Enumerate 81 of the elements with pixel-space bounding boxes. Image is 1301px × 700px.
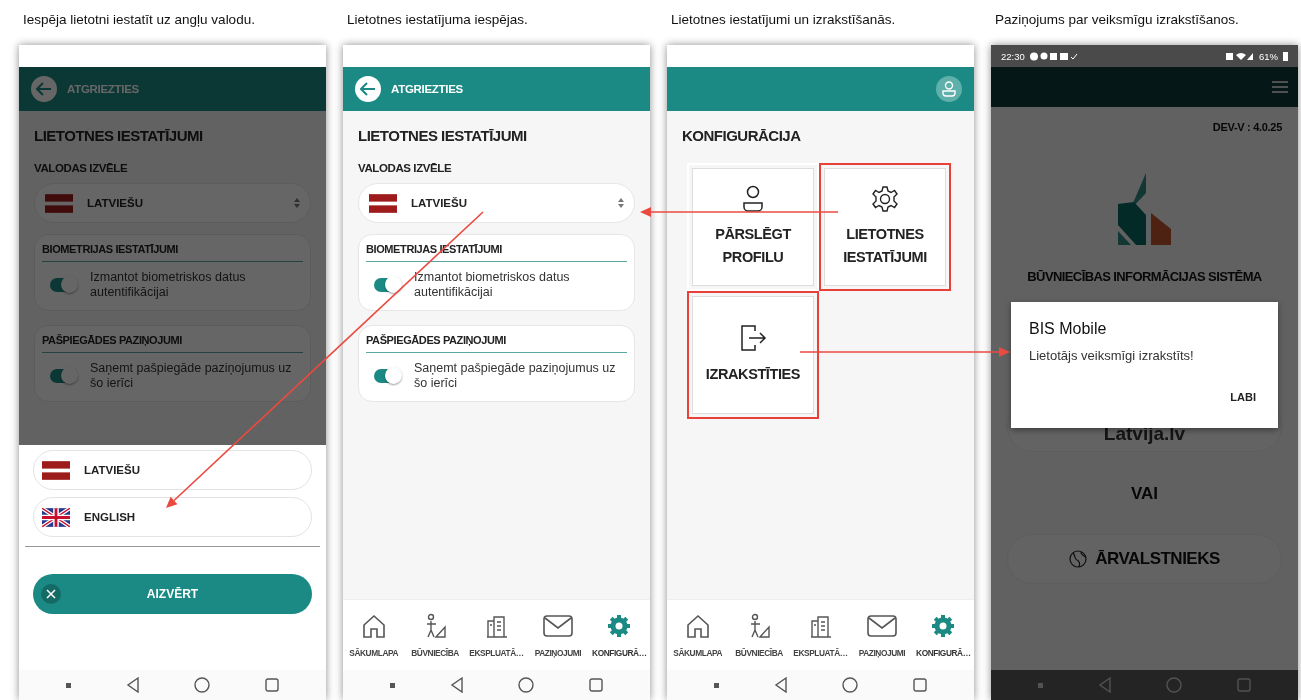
battery-percent: 61% bbox=[1259, 50, 1278, 62]
home-icon[interactable] bbox=[842, 677, 859, 693]
dialog-message: Lietotājs veiksmīgi izrakstīts! bbox=[1029, 348, 1195, 363]
toggle-label: Saņemt pašpiegāde paziņojumus uz šo ierīci bbox=[90, 361, 293, 391]
toggle-switch[interactable] bbox=[50, 369, 76, 383]
home-icon[interactable] bbox=[194, 677, 211, 693]
gear-icon bbox=[930, 612, 957, 639]
sort-icon bbox=[618, 198, 624, 208]
toggle-label: Izmantot biometriskos datus autentifikācijai bbox=[90, 270, 247, 300]
back-icon[interactable] bbox=[449, 677, 464, 693]
page-title: KONFIGURĀCIJA bbox=[682, 127, 802, 144]
back-button[interactable] bbox=[355, 76, 381, 102]
person-icon bbox=[942, 81, 956, 97]
nav-tab[interactable]: KONFIGURĀ… bbox=[588, 600, 650, 670]
version-label: DEV-V : 4.0.25 bbox=[1212, 121, 1282, 133]
card-title: PAŠPIEGĀDES PAZIŅOJUMI bbox=[366, 334, 627, 353]
back-label[interactable]: ATGRIEZTIES bbox=[391, 83, 463, 95]
back-arrow-icon bbox=[36, 82, 52, 96]
language-select[interactable]: LATVIEŠU bbox=[358, 183, 635, 223]
or-label: VAI bbox=[1130, 484, 1159, 504]
close-button[interactable]: AIZVĒRT bbox=[33, 574, 312, 614]
home-icon bbox=[684, 612, 711, 639]
globe-icon bbox=[1069, 550, 1088, 568]
nav-tab[interactable]: KONFIGURĀ… bbox=[912, 600, 974, 670]
toggle-label: Izmantot biometriskos datus autentifikācijai bbox=[414, 270, 571, 300]
nav-tab[interactable]: PAZIŅOJUMI bbox=[527, 600, 589, 670]
person-icon bbox=[741, 184, 765, 213]
nav-tab[interactable]: SĀKUMLAPA bbox=[667, 600, 729, 670]
system-title: BŪVNIECĪBAS INFORMĀCIJAS SISTĒMA bbox=[1027, 269, 1262, 284]
screenshot-caption: Iespēja lietotni iestatīt uz angļu valodu. bbox=[23, 11, 256, 29]
language-option[interactable]: LATVIEŠU bbox=[33, 450, 312, 490]
nav-tab[interactable]: BŪVNIECĪBA bbox=[728, 600, 790, 670]
recent-apps-icon[interactable] bbox=[588, 678, 603, 692]
back-icon[interactable] bbox=[125, 677, 140, 693]
toggle-switch[interactable] bbox=[50, 278, 76, 292]
page-title: LIETOTNES IESTATĪJUMI bbox=[358, 127, 528, 144]
language-option[interactable]: ENGLISH bbox=[33, 497, 312, 537]
back-arrow-icon bbox=[360, 82, 376, 96]
uk-flag-icon bbox=[42, 507, 70, 527]
clock-text: 22:30 bbox=[1001, 50, 1025, 62]
card-title: BIOMETRIJAS IESTATĪJUMI bbox=[42, 243, 303, 262]
toggle-switch[interactable] bbox=[374, 278, 400, 292]
gear-icon bbox=[871, 184, 899, 213]
nav-tab[interactable]: BŪVNIECĪBA bbox=[404, 600, 466, 670]
logout-icon bbox=[738, 323, 768, 354]
envelope-icon bbox=[865, 612, 898, 639]
menu-icon[interactable] bbox=[1272, 81, 1288, 93]
back-icon[interactable] bbox=[773, 677, 788, 693]
close-icon bbox=[41, 584, 61, 604]
nav-tab[interactable]: SĀKUMLAPA bbox=[343, 600, 405, 670]
notification-icons bbox=[1029, 51, 1078, 61]
section-label: VALODAS IZVĒLE bbox=[34, 162, 129, 174]
latvia-flag-icon bbox=[369, 193, 397, 213]
latvia-flag-icon bbox=[42, 460, 70, 480]
toggle-switch[interactable] bbox=[374, 369, 400, 383]
page-title: LIETOTNES IESTATĪJUMI bbox=[34, 127, 204, 144]
home-icon bbox=[360, 612, 387, 639]
card-title: PAŠPIEGĀDES PAZIŅOJUMI bbox=[42, 334, 303, 353]
section-label: VALODAS IZVĒLE bbox=[358, 162, 453, 174]
home-icon[interactable] bbox=[518, 677, 535, 693]
signal-icon bbox=[1226, 51, 1254, 61]
gear-icon bbox=[606, 612, 633, 639]
latvia-flag-icon bbox=[45, 193, 73, 213]
nav-tab[interactable]: EKSPLUATĀ… bbox=[465, 600, 528, 670]
toggle-label: Saņemt pašpiegāde paziņojumus uz šo ierīci bbox=[414, 361, 617, 391]
ok-button[interactable]: LABI bbox=[1226, 387, 1260, 407]
profile-button[interactable] bbox=[936, 76, 962, 102]
nav-tab[interactable]: EKSPLUATĀ… bbox=[789, 600, 852, 670]
menu-tile[interactable]: PĀRSLĒGT PROFILU bbox=[687, 163, 819, 291]
screenshot-caption: Lietotnes iestatījumi un izrakstīšanās. bbox=[671, 11, 897, 29]
screenshot-caption: Paziņojums par veiksmīgu izrakstīšanos. bbox=[995, 11, 1240, 29]
envelope-icon bbox=[541, 612, 574, 639]
nav-tab[interactable]: PAZIŅOJUMI bbox=[851, 600, 913, 670]
recent-apps-icon[interactable] bbox=[912, 678, 927, 692]
sort-icon bbox=[294, 198, 300, 208]
dialog-title: BIS Mobile bbox=[1029, 320, 1108, 338]
recent-apps-icon[interactable] bbox=[264, 678, 279, 692]
menu-tile[interactable]: IZRAKSTĪTIES bbox=[687, 291, 819, 419]
battery-icon bbox=[1283, 51, 1288, 61]
screenshot-caption: Lietotnes iestatījuma iespējas. bbox=[347, 11, 529, 29]
menu-tile[interactable]: LIETOTNES IESTATĪJUMI bbox=[819, 163, 951, 291]
